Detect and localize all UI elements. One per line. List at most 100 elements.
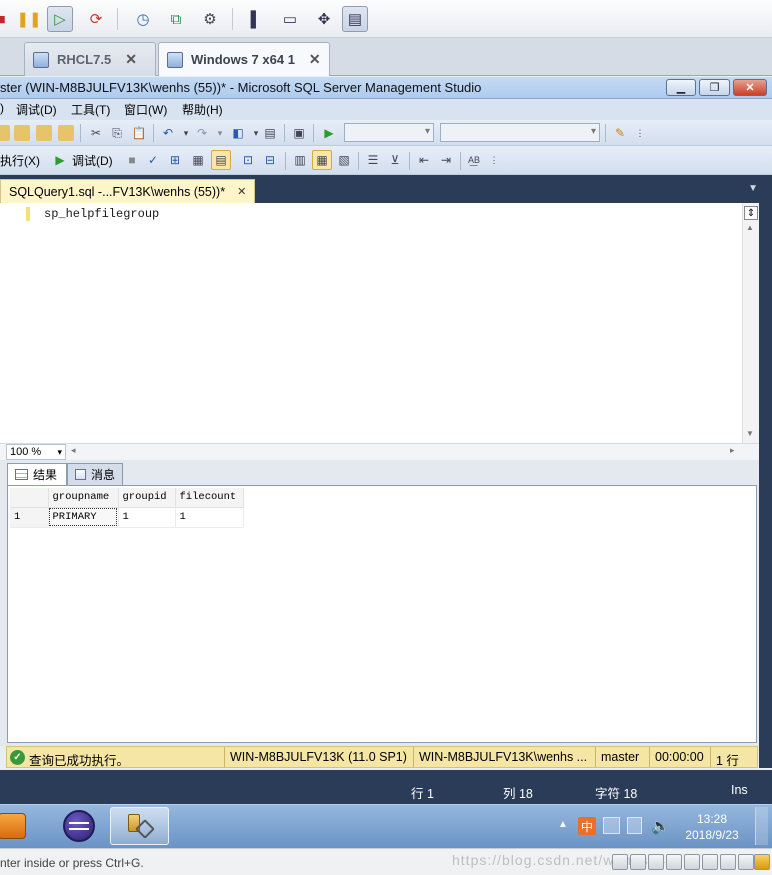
sidebar-icon[interactable]: ▌: [243, 6, 269, 32]
navigate-forward-icon[interactable]: ▤: [262, 125, 278, 141]
copy-icon[interactable]: ⎘: [109, 125, 125, 141]
scroll-left-icon[interactable]: ◂: [71, 445, 76, 456]
scroll-down-icon[interactable]: ▼: [746, 429, 754, 438]
find-combo[interactable]: [440, 123, 600, 142]
taskbar-eclipse[interactable]: [58, 807, 100, 845]
show-hidden-icons[interactable]: ▲: [558, 819, 568, 830]
properties-icon[interactable]: ✎: [612, 125, 628, 141]
execute-button[interactable]: 执行(X): [0, 152, 40, 169]
column-header[interactable]: filecount: [175, 488, 244, 508]
column-header[interactable]: groupname: [48, 488, 119, 508]
row-number[interactable]: 1: [10, 507, 49, 528]
network-adapter-icon[interactable]: [648, 854, 664, 870]
sound-card-icon[interactable]: [684, 854, 700, 870]
snapshot-manager-icon[interactable]: ⚙: [197, 6, 223, 32]
revert-snapshot-icon[interactable]: ⧉: [163, 6, 189, 32]
unity-icon[interactable]: ▤: [342, 6, 368, 32]
comment-icon[interactable]: ☰: [365, 152, 381, 168]
results-grid[interactable]: groupname groupid filecount 1 PRIMARY 1 …: [7, 485, 757, 743]
include-plan-icon[interactable]: ⊡: [240, 152, 256, 168]
navigate-backward-icon[interactable]: ◧: [230, 125, 246, 141]
close-icon[interactable]: ✕: [237, 185, 246, 198]
row-number-header[interactable]: [10, 488, 49, 508]
window-title-bar[interactable]: ster (WIN-M8BJULFV13K\wenhs (55))* - Mic…: [0, 77, 772, 99]
cd-drive-icon[interactable]: [630, 854, 646, 870]
menu-item-partial[interactable]: ): [0, 101, 4, 115]
restore-button[interactable]: ❐: [699, 79, 730, 96]
taskbar-ssms[interactable]: [110, 807, 169, 845]
fullscreen-icon[interactable]: ✥: [311, 6, 337, 32]
tab-sqlquery1[interactable]: SQLQuery1.sql -...FV13K\wenhs (55))* ✕: [0, 179, 256, 203]
uncomment-icon[interactable]: ⊻: [387, 152, 403, 168]
decrease-indent-icon[interactable]: ⇤: [416, 152, 432, 168]
taskbar-clock[interactable]: 13:28 2018/9/23: [676, 811, 748, 843]
parse-icon[interactable]: ✓: [145, 152, 161, 168]
paste-icon[interactable]: 📋: [131, 125, 147, 141]
vm-tab-rhcl[interactable]: RHCL7.5 ✕: [24, 42, 156, 76]
chevron-down-icon[interactable]: ▾: [212, 125, 228, 141]
toolbar-options-icon[interactable]: ⋮: [486, 152, 502, 168]
taskbar-media-player[interactable]: [0, 807, 30, 845]
vm-tools-icon[interactable]: [754, 854, 770, 870]
display-icon[interactable]: [720, 854, 736, 870]
specify-values-icon[interactable]: A͟B: [466, 152, 482, 168]
editor-code[interactable]: sp_helpfilegroup: [44, 207, 159, 221]
menu-window[interactable]: 窗口(W): [124, 101, 167, 118]
xmla-query-icon[interactable]: [58, 125, 74, 141]
query-designer-icon[interactable]: ▦: [190, 152, 206, 168]
reset-icon[interactable]: ⟳: [83, 6, 109, 32]
menu-debug[interactable]: 调试(D): [16, 101, 57, 118]
pause-icon[interactable]: ❚❚: [16, 6, 42, 32]
message-log-icon[interactable]: [738, 854, 754, 870]
chevron-down-icon[interactable]: ▾: [178, 125, 194, 141]
column-header[interactable]: groupid: [118, 488, 176, 508]
hard-disk-icon[interactable]: [612, 854, 628, 870]
query-editor[interactable]: sp_helpfilegroup ⇕ ▲ ▼: [0, 203, 772, 443]
scroll-up-icon[interactable]: ▲: [746, 223, 754, 232]
split-icon[interactable]: ⇕: [744, 206, 758, 220]
toolbar-options-icon[interactable]: ⋮: [632, 125, 648, 141]
debug-play-icon[interactable]: ▶: [52, 152, 68, 168]
tab-results[interactable]: 结果: [7, 463, 67, 485]
table-cell[interactable]: 1: [175, 507, 244, 528]
start-debug-icon[interactable]: ▶: [321, 125, 337, 141]
play-icon[interactable]: ▷: [47, 6, 73, 32]
printer-icon[interactable]: [702, 854, 718, 870]
input-method-icon[interactable]: 中: [578, 817, 596, 835]
cut-icon[interactable]: ✂: [88, 125, 104, 141]
redo-icon[interactable]: ↷: [194, 125, 210, 141]
zoom-select[interactable]: 100 %: [6, 444, 66, 460]
show-desktop-button[interactable]: [755, 807, 768, 845]
increase-indent-icon[interactable]: ⇥: [438, 152, 454, 168]
debug-button[interactable]: 调试(D): [72, 152, 113, 169]
tab-messages[interactable]: 消息: [67, 463, 123, 485]
chevron-down-icon[interactable]: ▼: [748, 183, 758, 194]
close-button[interactable]: ✕: [733, 79, 767, 96]
client-stats-icon[interactable]: ⊟: [262, 152, 278, 168]
usb-icon[interactable]: [666, 854, 682, 870]
close-icon[interactable]: ✕: [125, 51, 137, 68]
menu-tools[interactable]: 工具(T): [71, 101, 110, 118]
action-center-icon[interactable]: [627, 817, 642, 834]
table-cell[interactable]: 1: [118, 507, 176, 528]
volume-icon[interactable]: 🔈: [651, 817, 670, 835]
undo-icon[interactable]: ↶: [160, 125, 176, 141]
activity-monitor-icon[interactable]: ▣: [291, 125, 307, 141]
grid-results-icon[interactable]: ▦: [312, 150, 332, 170]
vm-tab-windows7[interactable]: Windows 7 x64 1 ✕: [158, 42, 330, 76]
results-to-file-icon[interactable]: ▧: [336, 152, 352, 168]
close-icon[interactable]: ✕: [309, 51, 321, 68]
new-query-icon[interactable]: [0, 125, 10, 141]
cancel-query-icon[interactable]: ■: [124, 152, 140, 168]
network-icon[interactable]: [603, 817, 620, 834]
scroll-right-icon[interactable]: ▸: [730, 445, 735, 456]
minimize-button[interactable]: ▁: [666, 79, 696, 96]
estimated-plan-icon[interactable]: ⊞: [167, 152, 183, 168]
results-to-grid-icon[interactable]: ▤: [211, 150, 231, 170]
snapshot-icon[interactable]: ◷: [130, 6, 156, 32]
solution-config-combo[interactable]: [344, 123, 434, 142]
menu-help[interactable]: 帮助(H): [182, 101, 223, 118]
power-icon[interactable]: ■: [0, 6, 14, 32]
analysis-query-icon[interactable]: [36, 125, 52, 141]
table-cell[interactable]: PRIMARY: [48, 507, 119, 528]
